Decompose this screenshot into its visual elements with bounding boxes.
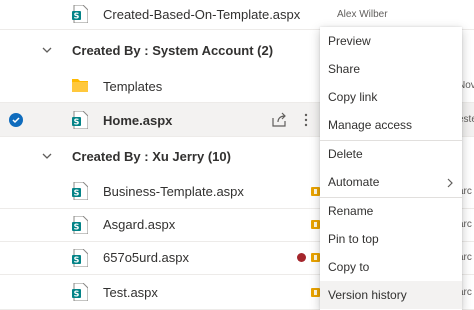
group-title: Created By : System Account (2) [72, 43, 274, 58]
menu-item-label: Manage access [328, 118, 413, 132]
checked-out-icon [311, 288, 320, 297]
menu-item-label: Rename [328, 204, 374, 218]
menu-item-label: Preview [328, 34, 371, 48]
menu-item-copy-to[interactable]: Copy to [320, 253, 462, 281]
file-name[interactable]: Test.aspx [103, 285, 158, 300]
file-name[interactable]: Home.aspx [103, 113, 172, 128]
share-icon[interactable] [271, 112, 287, 128]
folder-icon [72, 78, 88, 96]
menu-item-label: Version history [328, 288, 407, 302]
sharepoint-page-icon: S [72, 4, 89, 24]
menu-item-label: Copy to [328, 260, 370, 274]
sharepoint-page-icon: S [72, 282, 89, 302]
file-name[interactable]: Business-Template.aspx [103, 184, 244, 199]
context-menu: Preview Share Copy link Manage access De… [320, 27, 462, 310]
svg-text:S: S [74, 223, 80, 232]
menu-item-automate[interactable]: Automate [320, 168, 462, 196]
chevron-down-icon[interactable] [40, 149, 54, 163]
menu-item-pin-to-top[interactable]: Pin to top [320, 225, 462, 253]
menu-item-label: Share [328, 62, 361, 76]
error-icon [297, 253, 306, 262]
checked-out-icon [311, 253, 320, 262]
checked-out-icon [311, 187, 320, 196]
chevron-down-icon[interactable] [40, 43, 54, 57]
file-name[interactable]: 657o5urd.aspx [103, 250, 189, 265]
svg-text:S: S [74, 290, 80, 299]
file-name[interactable]: Templates [103, 79, 162, 94]
menu-item-label: Delete [328, 147, 363, 161]
svg-text:S: S [74, 256, 80, 265]
checked-out-icon [311, 220, 320, 229]
file-row[interactable]: S Created-Based-On-Template.aspx Alex Wi… [0, 0, 474, 30]
group-title: Created By : Xu Jerry (10) [72, 149, 231, 164]
menu-item-version-history[interactable]: Version history [320, 281, 462, 309]
menu-item-label: Pin to top [328, 232, 379, 246]
menu-item-copy-link[interactable]: Copy link [320, 83, 462, 111]
sharepoint-page-icon: S [72, 215, 89, 235]
menu-item-rename[interactable]: Rename [320, 197, 462, 225]
menu-item-label: Copy link [328, 90, 378, 104]
modified-by: Alex Wilber [337, 9, 388, 20]
chevron-right-icon [446, 177, 454, 191]
more-options-icon[interactable] [302, 112, 310, 128]
sharepoint-page-icon: S [72, 181, 89, 201]
menu-item-manage-access[interactable]: Manage access [320, 111, 462, 139]
menu-item-share[interactable]: Share [320, 55, 462, 83]
sharepoint-page-icon: S [72, 248, 89, 268]
svg-text:S: S [74, 118, 80, 127]
menu-item-label: Automate [328, 175, 380, 189]
checkmark-icon[interactable] [9, 113, 23, 127]
menu-item-preview[interactable]: Preview [320, 27, 462, 55]
menu-item-delete[interactable]: Delete [320, 140, 462, 168]
sharepoint-page-icon: S [72, 110, 89, 130]
svg-text:S: S [74, 189, 80, 198]
svg-text:S: S [74, 12, 80, 21]
file-name[interactable]: Created-Based-On-Template.aspx [103, 7, 300, 22]
file-name[interactable]: Asgard.aspx [103, 217, 175, 232]
